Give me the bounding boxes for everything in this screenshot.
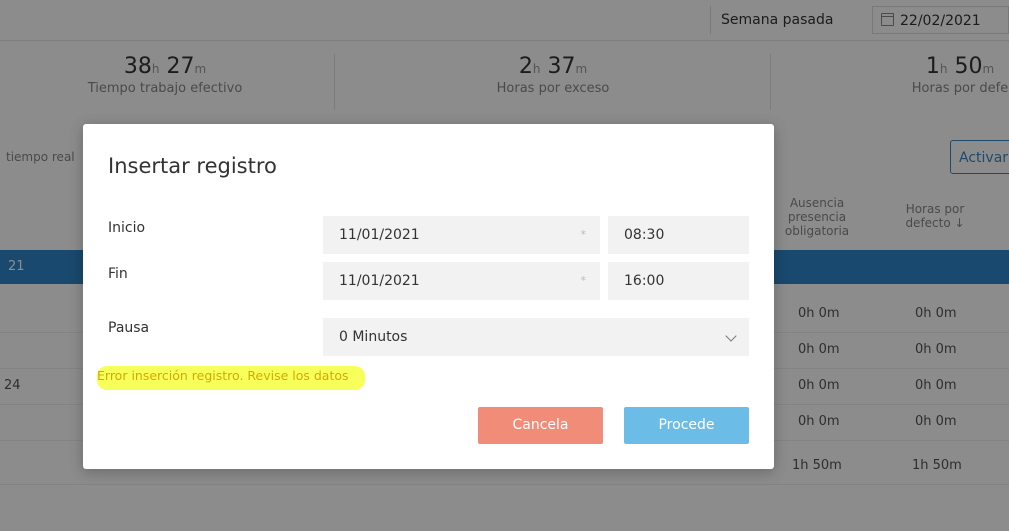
dialog-title: Insertar registro (108, 154, 277, 178)
cancel-button[interactable]: Cancela (478, 407, 603, 444)
end-time-value: 16:00 (624, 273, 665, 289)
start-date-value: 11/01/2021 (339, 227, 420, 243)
end-time-field[interactable]: 16:00 (608, 262, 749, 300)
required-asterisk-icon: * (580, 274, 587, 287)
start-label: Inicio (108, 220, 146, 236)
chevron-down-icon (725, 330, 737, 342)
pause-value: 0 Minutos (339, 329, 408, 345)
pause-label: Pausa (108, 320, 150, 336)
start-time-value: 08:30 (624, 227, 665, 243)
proceed-button[interactable]: Procede (624, 407, 749, 444)
end-date-field[interactable]: 11/01/2021 * (323, 262, 600, 300)
insert-record-dialog: Insertar registro Inicio 11/01/2021 * 08… (83, 124, 774, 469)
required-asterisk-icon: * (580, 228, 587, 241)
start-date-field[interactable]: 11/01/2021 * (323, 216, 600, 254)
error-message: Error inserción registro. Revise los dat… (97, 368, 349, 383)
end-date-value: 11/01/2021 (339, 273, 420, 289)
end-label: Fin (108, 266, 128, 282)
pause-select[interactable]: 0 Minutos (323, 318, 749, 356)
start-time-field[interactable]: 08:30 (608, 216, 749, 254)
